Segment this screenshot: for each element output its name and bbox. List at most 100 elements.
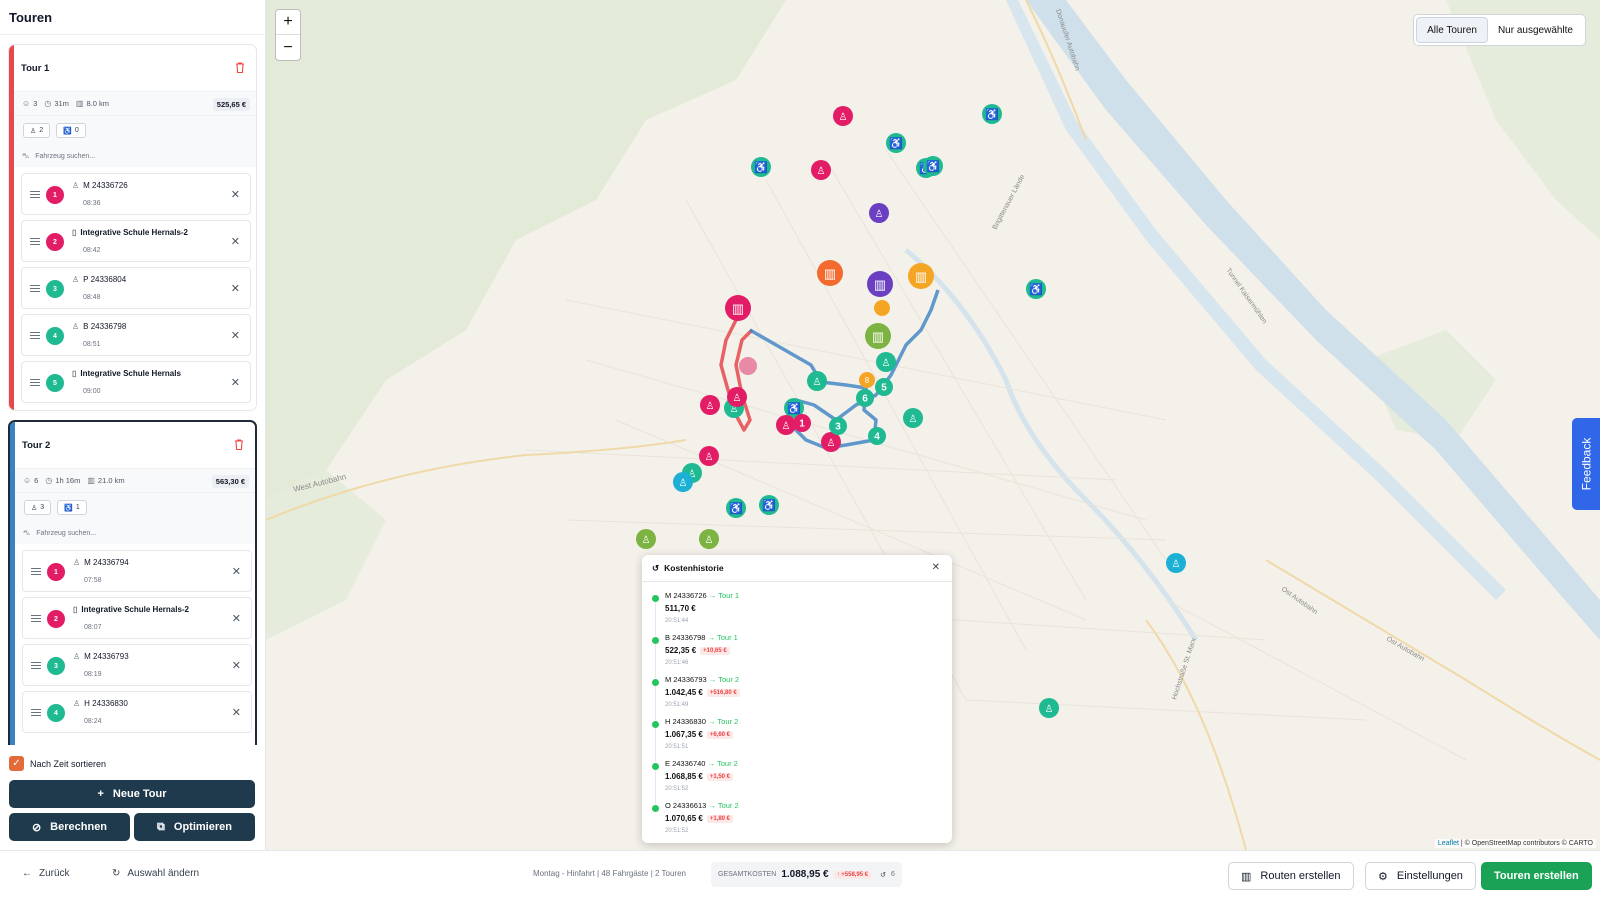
stop-item[interactable]: 3 ♙ P 24336804 08:48 ✕	[21, 267, 251, 309]
remove-stop-icon[interactable]: ✕	[231, 329, 240, 342]
vehicle-search-placeholder: Fahrzeug suchen...	[36, 529, 97, 537]
stop-item[interactable]: 4 ♙ H 24336830 08:24 ✕	[22, 691, 252, 733]
park-area	[266, 470, 386, 640]
stop-item[interactable]: 3 ♙ M 24336793 08:19 ✕	[22, 644, 252, 686]
stop-item[interactable]: 4 ♙ B 24336798 08:51 ✕	[21, 314, 251, 356]
tour-filter-toggle[interactable]: Alle Touren Nur ausgewählte	[1413, 14, 1586, 46]
zoom-in-button[interactable]: +	[276, 10, 300, 35]
trash-icon[interactable]	[233, 439, 245, 451]
feedback-tab[interactable]: Feedback	[1572, 418, 1600, 510]
sort-by-time[interactable]: ✓ Nach Zeit sortieren	[9, 756, 106, 771]
remove-stop-icon[interactable]: ✕	[231, 235, 240, 248]
drag-handle-icon[interactable]	[30, 285, 40, 292]
stop-number: 4	[47, 704, 65, 722]
stop-name: ▯ Integrative Schule Hernals-2	[72, 228, 188, 237]
drag-handle-icon[interactable]	[31, 709, 41, 716]
zoom-control[interactable]: + −	[275, 9, 301, 61]
close-icon[interactable]: ✕	[932, 562, 940, 573]
map[interactable]: West Autobahn Brigittenauer Lände Tunnel…	[266, 0, 1600, 850]
wheelchair-capacity[interactable]: ♿ 1	[57, 500, 87, 515]
drag-handle-icon[interactable]	[30, 332, 40, 339]
settings-button[interactable]: ⚙ Einstellungen	[1365, 862, 1476, 890]
gear-icon: ⚙	[1378, 870, 1388, 883]
footer-bar: ← Zurück ↻ Auswahl ändern Montag - Hinfahr…	[0, 850, 1600, 900]
entry-tour: → Tour 1	[707, 633, 738, 642]
new-tour-label: Neue Tour	[112, 788, 167, 800]
checkbox-checked-icon[interactable]: ✓	[9, 756, 24, 771]
entry-cost: 1.070,65 €	[665, 814, 703, 823]
wheelchair-capacity[interactable]: ♿ 0	[56, 123, 86, 138]
status-dot	[652, 805, 659, 812]
remove-stop-icon[interactable]: ✕	[231, 282, 240, 295]
remove-stop-icon[interactable]: ✕	[232, 612, 241, 625]
person-icon: ♙	[1172, 559, 1181, 570]
calculate-button[interactable]: ⊘ Berechnen	[9, 813, 130, 841]
status-dot	[652, 763, 659, 770]
remove-stop-icon[interactable]: ✕	[231, 376, 240, 389]
drag-handle-icon[interactable]	[30, 238, 40, 245]
tour-list[interactable]: Tour 1 ☺ 3 ◷ 31m ▥ 8.0 km 525,65 € ♙ 2 ♿ 0 ⛍ …	[0, 34, 266, 745]
svg-text:5: 5	[881, 383, 887, 394]
street-label: Brigittenauer Lände	[992, 174, 1027, 231]
person-icon: ♙	[73, 558, 81, 567]
stop-item[interactable]: 1 ♙ M 24336794 07:58 ✕	[22, 550, 252, 592]
drag-handle-icon[interactable]	[30, 379, 40, 386]
drag-handle-icon[interactable]	[30, 191, 40, 198]
clock-icon: ◷	[45, 476, 53, 485]
street-label: Hochstraße St. Marx	[1171, 637, 1198, 701]
optimize-label: Optimieren	[173, 821, 232, 833]
entry-name: M 24336793	[665, 675, 707, 684]
seat-capacity[interactable]: ♙ 3	[24, 500, 52, 515]
vehicle-search[interactable]: ⛍ Fahrzeug suchen...	[15, 522, 255, 544]
tour-stats: ☺ 3 ◷ 31m ▥ 8.0 km 525,65 €	[14, 91, 256, 116]
back-button[interactable]: ← Zurück	[22, 868, 70, 879]
trash-icon[interactable]	[234, 62, 246, 74]
history-icon[interactable]: ↺	[880, 871, 886, 879]
remove-stop-icon[interactable]: ✕	[232, 706, 241, 719]
change-selection-button[interactable]: ↻ Auswahl ändern	[112, 868, 199, 879]
leaflet-link[interactable]: Leaflet	[1438, 840, 1459, 847]
drag-handle-icon[interactable]	[31, 662, 41, 669]
popup-title: Kostenhistorie	[664, 563, 724, 573]
wheelchair-count: 0	[74, 127, 79, 134]
seat-capacity[interactable]: ♙ 2	[23, 123, 51, 138]
school-icon: ▥	[915, 269, 927, 284]
back-label: Zurück	[39, 868, 70, 879]
remove-stop-icon[interactable]: ✕	[232, 659, 241, 672]
drag-handle-icon[interactable]	[31, 615, 41, 622]
vehicle-search[interactable]: ⛍ Fahrzeug suchen...	[14, 145, 256, 167]
change-selection-label: Auswahl ändern	[127, 868, 200, 879]
stop-item[interactable]: 1 ♙ M 24336726 08:36 ✕	[21, 173, 251, 215]
wheelchair-count: 1	[75, 504, 80, 511]
entry-time: 20:51:52	[665, 828, 689, 834]
map-attribution: Leaflet | © OpenStreetMap contributors ©…	[1434, 839, 1596, 848]
school-icon: ▥	[824, 266, 836, 281]
total-cost-value: 1.088,95 €	[781, 869, 829, 880]
selected-tours-option[interactable]: Nur ausgewählte	[1488, 17, 1583, 43]
zoom-out-button[interactable]: −	[276, 35, 300, 60]
create-routes-button[interactable]: ▥ Routen erstellen	[1228, 862, 1354, 890]
remove-stop-icon[interactable]: ✕	[231, 188, 240, 201]
drag-handle-icon[interactable]	[31, 568, 41, 575]
person-icon: ♙	[1045, 704, 1054, 715]
new-tour-button[interactable]: + Neue Tour	[9, 780, 255, 808]
total-cost-box[interactable]: GESAMTKOSTEN 1.088,95 € ↑ +558,95 € ↺ 6	[711, 862, 902, 887]
tour-cost: 525,65 €	[212, 98, 250, 111]
stop-item[interactable]: 2 ▯ Integrative Schule Hernals-2 08:07 ✕	[22, 597, 252, 639]
stop-name-text: M 24336794	[84, 558, 129, 567]
create-tours-button[interactable]: Touren erstellen	[1481, 862, 1592, 890]
stop-item[interactable]: 5 ▯ Integrative Schule Hernals 09:00 ✕	[21, 361, 251, 403]
tour-card[interactable]: Tour 1 ☺ 3 ◷ 31m ▥ 8.0 km 525,65 € ♙ 2 ♿ 0 ⛍ …	[8, 44, 257, 411]
history-icon: ↺	[652, 562, 660, 573]
feedback-label: Feedback	[1579, 437, 1594, 491]
stop-name-text: Integrative Schule Hernals-2	[81, 605, 189, 614]
svg-text:3: 3	[835, 422, 841, 433]
optimize-button[interactable]: ⧉ Optimieren	[134, 813, 255, 841]
all-tours-option[interactable]: Alle Touren	[1416, 17, 1488, 43]
tour-card-selected[interactable]: Tour 2 ☺ 6 ◷ 1h 16m ▥ 21.0 km 563,30 € ♙ 3 ♿…	[8, 420, 257, 745]
stop-item[interactable]: 2 ▯ Integrative Schule Hernals-2 08:42 ✕	[21, 220, 251, 262]
remove-stop-icon[interactable]: ✕	[232, 565, 241, 578]
stop-name: ▯ Integrative Schule Hernals	[72, 369, 181, 378]
person-icon: ♙	[827, 438, 836, 449]
stop-number: 2	[47, 610, 65, 628]
